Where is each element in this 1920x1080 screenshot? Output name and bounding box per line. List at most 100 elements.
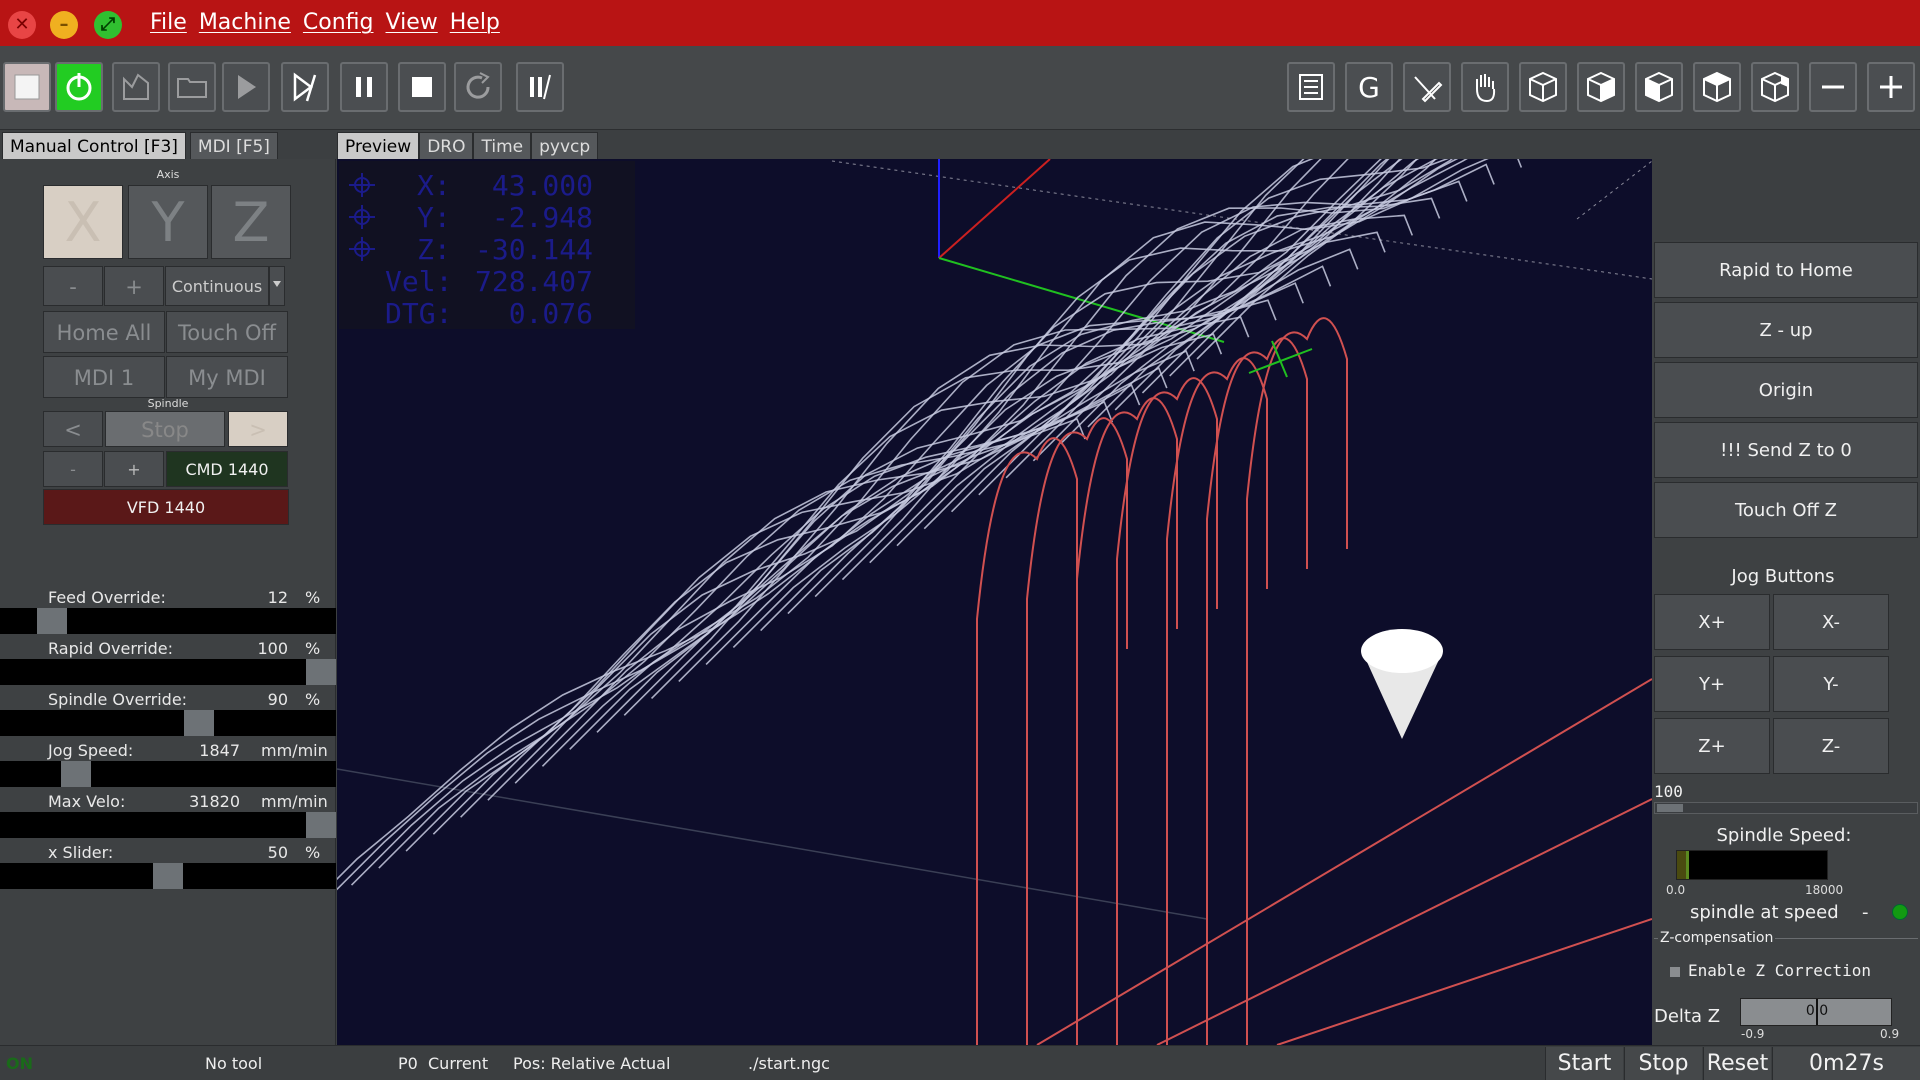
menu-config[interactable]: Config (303, 10, 374, 35)
slider-track[interactable] (0, 761, 336, 787)
menu-file[interactable]: File (150, 10, 187, 35)
view-side-button[interactable] (1693, 62, 1741, 112)
touch-off-z-button[interactable]: Touch Off Z (1654, 482, 1918, 538)
custom-panel: Rapid to Home Z - up Origin !!! Send Z t… (1652, 240, 1920, 1045)
view-top-button[interactable] (1577, 62, 1625, 112)
view-front-button[interactable] (1635, 62, 1683, 112)
measure-button[interactable] (1403, 62, 1451, 112)
minimize-window-icon[interactable]: – (50, 11, 78, 39)
jog-increment-slider[interactable] (1654, 802, 1918, 814)
jog-x-plus-button[interactable]: X+ (1654, 594, 1770, 650)
toolpath-line (869, 159, 1322, 564)
home-axes-button[interactable] (112, 62, 160, 112)
slider-track[interactable] (0, 863, 336, 889)
spindle-stop-button[interactable]: Stop (105, 411, 225, 447)
spindle-speed-title: Spindle Speed: (1716, 825, 1852, 846)
spindle-ccw-button[interactable]: < (43, 411, 103, 447)
slider-track[interactable] (0, 659, 336, 685)
home-all-button[interactable]: Home All (43, 311, 165, 353)
spindle-cw-button[interactable]: > (228, 411, 288, 447)
axis-x-button[interactable]: X (43, 185, 123, 259)
tab-preview[interactable]: Preview (337, 132, 420, 160)
view-iso-button[interactable] (1519, 62, 1567, 112)
z-up-button[interactable]: Z - up (1654, 302, 1918, 358)
tab-manual-control[interactable]: Manual Control [F3] (2, 132, 186, 160)
tab-pyvcp[interactable]: pyvcp (531, 132, 599, 160)
slider-unit: % (305, 588, 321, 607)
tab-mdi[interactable]: MDI [F5] (189, 132, 278, 160)
jog-minus-button[interactable]: - (43, 266, 103, 306)
jog-increment-slider-handle[interactable] (1657, 804, 1683, 812)
jog-y-minus-button[interactable]: Y- (1773, 656, 1889, 712)
title-bar: ✕ – ⤢ File Machine Config View Help (0, 0, 1920, 46)
my-mdi-button[interactable]: My MDI (166, 356, 288, 398)
dro-z: Z: -30.144 (339, 233, 635, 266)
tool-cone-icon (1361, 629, 1443, 739)
estop-button[interactable] (3, 62, 51, 112)
stop-program-button[interactable] (398, 62, 446, 112)
jog-mode-dropdown[interactable] (269, 266, 285, 306)
svg-text:G: G (1358, 71, 1380, 104)
slider-handle[interactable] (184, 710, 214, 736)
view-perspective-button[interactable] (1751, 62, 1799, 112)
step-button[interactable] (281, 62, 329, 112)
delta-z-bar: 0.0 (1740, 998, 1892, 1026)
axis-y-button[interactable]: Y (128, 185, 208, 259)
slider-handle[interactable] (37, 608, 67, 634)
jog-z-minus-button[interactable]: Z- (1773, 718, 1889, 774)
pan-button[interactable] (1461, 62, 1509, 112)
spindle-slower-button[interactable]: - (43, 451, 103, 487)
slider-track[interactable] (0, 608, 336, 634)
optional-stop-icon (530, 74, 551, 100)
open-file-button[interactable] (168, 62, 216, 112)
machine-power-button[interactable] (55, 62, 103, 112)
stop-button[interactable]: Stop (1624, 1047, 1702, 1080)
slider-handle[interactable] (306, 659, 336, 685)
close-window-icon[interactable]: ✕ (8, 11, 36, 39)
start-button[interactable]: Start (1545, 1047, 1623, 1080)
pause-button[interactable] (340, 62, 388, 112)
delta-z-max: 0.9 (1880, 1027, 1900, 1041)
slider-row: Rapid Override: 100% (0, 633, 336, 685)
slider-handle[interactable] (61, 761, 91, 787)
maximize-window-icon[interactable]: ⤢ (94, 11, 122, 39)
manual-control-panel: Axis X Y Z - + Continuous Home All Touch… (0, 159, 336, 1045)
zoom-out-button[interactable] (1809, 62, 1857, 112)
menu-machine[interactable]: Machine (199, 10, 291, 35)
enable-z-correction-checkbox[interactable] (1670, 967, 1680, 977)
slider-value: 50 (267, 843, 288, 862)
reset-button[interactable]: Reset (1703, 1047, 1771, 1080)
spindle-at-speed-led (1892, 904, 1908, 920)
send-z-to-0-button[interactable]: !!! Send Z to 0 (1654, 422, 1918, 478)
jog-y-plus-button[interactable]: Y+ (1654, 656, 1770, 712)
spindle-faster-button[interactable]: + (104, 451, 164, 487)
slider-label: Rapid Override: (48, 639, 174, 658)
slider-track[interactable] (0, 710, 336, 736)
tab-time[interactable]: Time (473, 132, 532, 160)
jog-z-plus-button[interactable]: Z+ (1654, 718, 1770, 774)
menu-view[interactable]: View (386, 10, 438, 35)
zoom-in-button[interactable] (1867, 62, 1915, 112)
jog-plus-button[interactable]: + (104, 266, 164, 306)
slider-handle[interactable] (306, 812, 336, 838)
gcode-button[interactable]: G (1345, 62, 1393, 112)
gcode-list-button[interactable] (1287, 62, 1335, 112)
slider-handle[interactable] (153, 863, 183, 889)
jog-x-minus-button[interactable]: X- (1773, 594, 1889, 650)
jog-mode-select[interactable]: Continuous (165, 266, 269, 306)
run-button[interactable] (222, 62, 270, 112)
optional-stop-button[interactable] (516, 62, 564, 112)
menu-help[interactable]: Help (450, 10, 500, 35)
reload-button[interactable] (454, 62, 502, 112)
origin-button[interactable]: Origin (1654, 362, 1918, 418)
dro-vel: Vel: 728.407 (339, 265, 635, 298)
tab-dro[interactable]: DRO (419, 132, 474, 160)
axis-z-button[interactable]: Z (211, 185, 291, 259)
mdi1-button[interactable]: MDI 1 (43, 356, 165, 398)
slider-track[interactable] (0, 812, 336, 838)
slider-label: Jog Speed: (48, 741, 134, 760)
rapid-to-home-button[interactable]: Rapid to Home (1654, 242, 1918, 298)
toolpath-line (337, 417, 1086, 881)
slider-label: Max Velo: (48, 792, 126, 811)
touch-off-button[interactable]: Touch Off (166, 311, 288, 353)
